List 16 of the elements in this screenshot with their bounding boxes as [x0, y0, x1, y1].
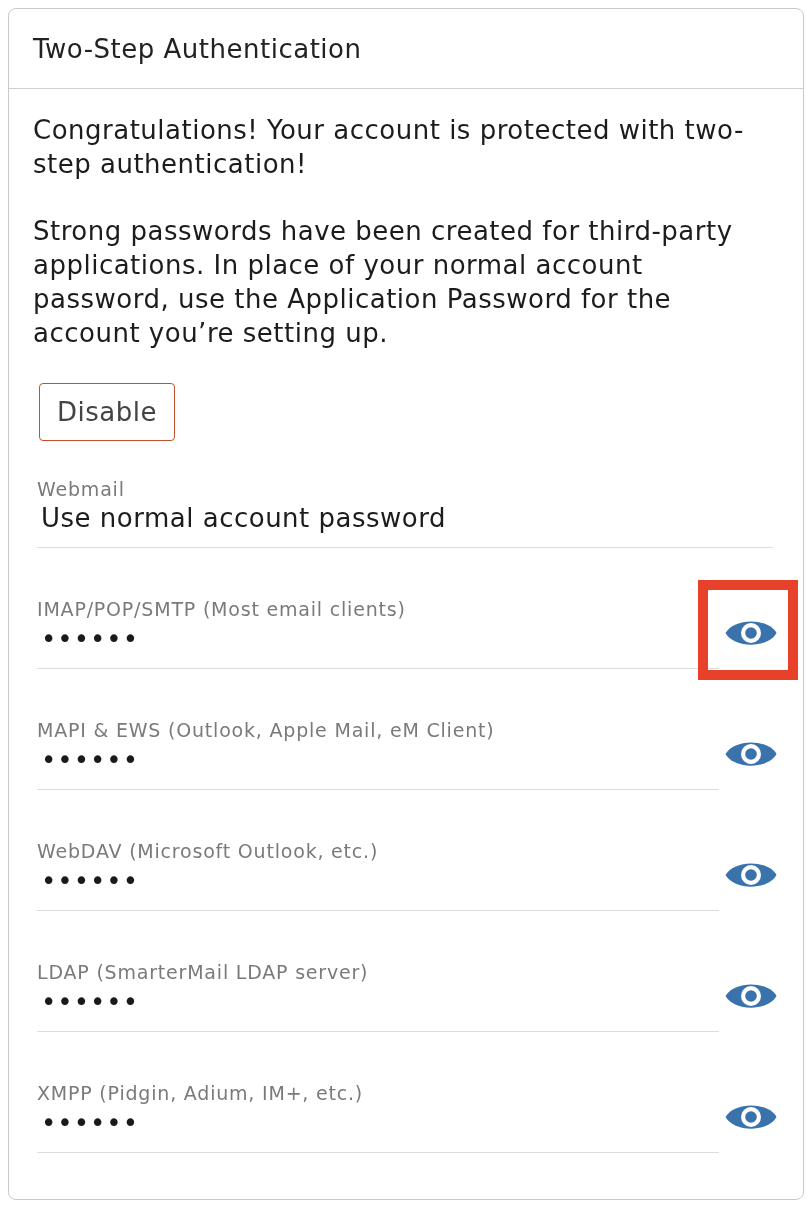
webmail-field[interactable]: Use normal account password — [37, 503, 773, 548]
field-label: WebDAV (Microsoft Outlook, etc.) — [37, 839, 379, 863]
field-label: XMPP (Pidgin, Adium, IM+, etc.) — [37, 1081, 364, 1105]
password-field[interactable]: •••••• — [37, 624, 719, 669]
field-label: MAPI & EWS (Outlook, Apple Mail, eM Client) — [37, 718, 495, 742]
field-label: Webmail — [37, 477, 125, 501]
password-field[interactable]: •••••• — [37, 745, 719, 790]
field-label: IMAP/POP/SMTP (Most email clients) — [37, 597, 406, 621]
disable-button[interactable]: Disable — [39, 383, 175, 441]
info-paragraph: Congratulations! Your account is protected with two-step authentication! — [33, 114, 745, 181]
panel-title: Two-Step Authentication — [33, 33, 362, 64]
field-label: LDAP (SmarterMail LDAP server) — [37, 960, 369, 984]
password-field[interactable]: •••••• — [37, 866, 719, 911]
password-field[interactable]: •••••• — [37, 1108, 719, 1153]
info-paragraph: Strong passwords have been created for third-party applications. In place of your normal account password, use the Application Password for the account you’re setting up. — [33, 215, 734, 350]
password-field[interactable]: •••••• — [37, 987, 719, 1032]
